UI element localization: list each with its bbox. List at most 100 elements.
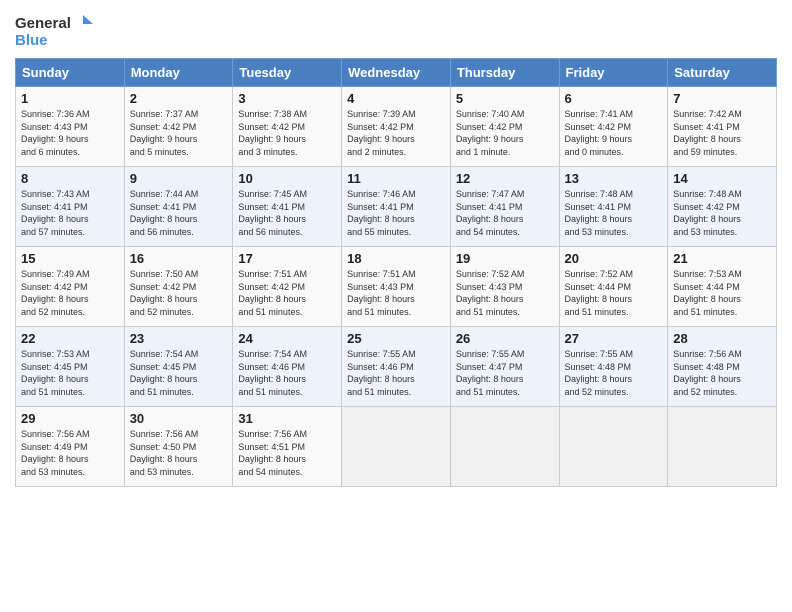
calendar-cell: 2 Sunrise: 7:37 AM Sunset: 4:42 PM Daylig… [124,87,233,167]
day-number: 14 [673,171,771,186]
header-cell-thursday: Thursday [450,59,559,87]
page-container: General Blue SundayMondayTuesdayWednesda… [0,0,792,497]
day-number: 17 [238,251,336,266]
calendar-week-1: 1Sunrise: 7:36 AM Sunset: 4:43 PM Daylig… [16,87,777,167]
day-number: 15 [21,251,119,266]
calendar-week-2: 8Sunrise: 7:43 AM Sunset: 4:41 PM Daylig… [16,167,777,247]
day-number: 3 [238,91,336,106]
svg-text:General: General [15,15,71,32]
day-number: 19 [456,251,554,266]
day-info: Sunrise: 7:55 AM Sunset: 4:46 PM Dayligh… [347,348,445,398]
day-info: Sunrise: 7:56 AM Sunset: 4:51 PM Dayligh… [238,428,336,478]
day-number: 7 [673,91,771,106]
day-info: Sunrise: 7:48 AM Sunset: 4:42 PM Dayligh… [673,188,771,238]
calendar-cell: 24Sunrise: 7:54 AM Sunset: 4:46 PM Dayli… [233,327,342,407]
header-cell-monday: Monday [124,59,233,87]
svg-text:Blue: Blue [15,32,48,49]
day-info: Sunrise: 7:52 AM Sunset: 4:44 PM Dayligh… [565,268,663,318]
calendar-cell: 10Sunrise: 7:45 AM Sunset: 4:41 PM Dayli… [233,167,342,247]
calendar-cell [450,407,559,487]
day-info: Sunrise: 7:53 AM Sunset: 4:45 PM Dayligh… [21,348,119,398]
calendar-cell: 18Sunrise: 7:51 AM Sunset: 4:43 PM Dayli… [342,247,451,327]
day-number: 25 [347,331,445,346]
calendar-cell [668,407,777,487]
header-cell-saturday: Saturday [668,59,777,87]
calendar-cell: 4 Sunrise: 7:39 AM Sunset: 4:42 PM Daylig… [342,87,451,167]
day-info: Sunrise: 7:52 AM Sunset: 4:43 PM Dayligh… [456,268,554,318]
calendar-cell: 13 Sunrise: 7:48 AM Sunset: 4:41 PM Dayli… [559,167,668,247]
day-number: 29 [21,411,119,426]
day-info: Sunrise: 7:55 AM Sunset: 4:47 PM Dayligh… [456,348,554,398]
day-info: Sunrise: 7:56 AM Sunset: 4:49 PM Dayligh… [21,428,119,478]
header-row: SundayMondayTuesdayWednesdayThursdayFrid… [16,59,777,87]
header: General Blue [15,10,777,50]
day-info: Sunrise: 7:36 AM Sunset: 4:43 PM Dayligh… [21,108,119,158]
day-number: 18 [347,251,445,266]
calendar-cell: 5 Sunrise: 7:40 AM Sunset: 4:42 PM Daylig… [450,87,559,167]
day-info: Sunrise: 7:42 AM Sunset: 4:41 PM Dayligh… [673,108,771,158]
calendar-table: SundayMondayTuesdayWednesdayThursdayFrid… [15,58,777,487]
day-info: Sunrise: 7:44 AM Sunset: 4:41 PM Dayligh… [130,188,228,238]
day-number: 4 [347,91,445,106]
day-info: Sunrise: 7:54 AM Sunset: 4:45 PM Dayligh… [130,348,228,398]
day-info: Sunrise: 7:51 AM Sunset: 4:42 PM Dayligh… [238,268,336,318]
day-info: Sunrise: 7:47 AM Sunset: 4:41 PM Dayligh… [456,188,554,238]
day-number: 22 [21,331,119,346]
day-info: Sunrise: 7:55 AM Sunset: 4:48 PM Dayligh… [565,348,663,398]
header-cell-friday: Friday [559,59,668,87]
day-number: 31 [238,411,336,426]
day-number: 11 [347,171,445,186]
day-number: 2 [130,91,228,106]
calendar-cell: 6Sunrise: 7:41 AM Sunset: 4:42 PM Daylig… [559,87,668,167]
calendar-week-4: 22 Sunrise: 7:53 AM Sunset: 4:45 PM Dayli… [16,327,777,407]
calendar-cell: 31 Sunrise: 7:56 AM Sunset: 4:51 PM Dayli… [233,407,342,487]
day-number: 30 [130,411,228,426]
calendar-cell: 14 Sunrise: 7:48 AM Sunset: 4:42 PM Dayli… [668,167,777,247]
day-number: 28 [673,331,771,346]
day-number: 23 [130,331,228,346]
logo-svg: General Blue [15,10,95,50]
day-info: Sunrise: 7:40 AM Sunset: 4:42 PM Dayligh… [456,108,554,158]
calendar-cell: 21 Sunrise: 7:53 AM Sunset: 4:44 PM Dayli… [668,247,777,327]
calendar-cell: 9 Sunrise: 7:44 AM Sunset: 4:41 PM Daylig… [124,167,233,247]
calendar-cell: 3 Sunrise: 7:38 AM Sunset: 4:42 PM Daylig… [233,87,342,167]
day-number: 20 [565,251,663,266]
day-info: Sunrise: 7:37 AM Sunset: 4:42 PM Dayligh… [130,108,228,158]
day-number: 21 [673,251,771,266]
calendar-cell: 23 Sunrise: 7:54 AM Sunset: 4:45 PM Dayli… [124,327,233,407]
calendar-cell: 17 Sunrise: 7:51 AM Sunset: 4:42 PM Dayli… [233,247,342,327]
calendar-week-5: 29 Sunrise: 7:56 AM Sunset: 4:49 PM Dayli… [16,407,777,487]
day-number: 27 [565,331,663,346]
calendar-cell [559,407,668,487]
calendar-cell: 27 Sunrise: 7:55 AM Sunset: 4:48 PM Dayli… [559,327,668,407]
calendar-cell: 12Sunrise: 7:47 AM Sunset: 4:41 PM Dayli… [450,167,559,247]
calendar-cell: 29 Sunrise: 7:56 AM Sunset: 4:49 PM Dayli… [16,407,125,487]
day-info: Sunrise: 7:38 AM Sunset: 4:42 PM Dayligh… [238,108,336,158]
day-number: 5 [456,91,554,106]
day-number: 6 [565,91,663,106]
calendar-cell: 30 Sunrise: 7:56 AM Sunset: 4:50 PM Dayli… [124,407,233,487]
day-info: Sunrise: 7:49 AM Sunset: 4:42 PM Dayligh… [21,268,119,318]
calendar-cell: 8Sunrise: 7:43 AM Sunset: 4:41 PM Daylig… [16,167,125,247]
calendar-cell: 28 Sunrise: 7:56 AM Sunset: 4:48 PM Dayli… [668,327,777,407]
calendar-cell: 19 Sunrise: 7:52 AM Sunset: 4:43 PM Dayli… [450,247,559,327]
day-info: Sunrise: 7:48 AM Sunset: 4:41 PM Dayligh… [565,188,663,238]
calendar-cell: 11Sunrise: 7:46 AM Sunset: 4:41 PM Dayli… [342,167,451,247]
header-cell-wednesday: Wednesday [342,59,451,87]
day-info: Sunrise: 7:39 AM Sunset: 4:42 PM Dayligh… [347,108,445,158]
calendar-cell: 25 Sunrise: 7:55 AM Sunset: 4:46 PM Dayli… [342,327,451,407]
day-info: Sunrise: 7:56 AM Sunset: 4:48 PM Dayligh… [673,348,771,398]
calendar-cell: 15 Sunrise: 7:49 AM Sunset: 4:42 PM Dayli… [16,247,125,327]
day-number: 9 [130,171,228,186]
day-number: 16 [130,251,228,266]
calendar-cell: 20 Sunrise: 7:52 AM Sunset: 4:44 PM Dayli… [559,247,668,327]
calendar-cell: 22 Sunrise: 7:53 AM Sunset: 4:45 PM Dayli… [16,327,125,407]
day-number: 26 [456,331,554,346]
day-number: 10 [238,171,336,186]
day-info: Sunrise: 7:50 AM Sunset: 4:42 PM Dayligh… [130,268,228,318]
day-number: 24 [238,331,336,346]
day-info: Sunrise: 7:56 AM Sunset: 4:50 PM Dayligh… [130,428,228,478]
calendar-cell [342,407,451,487]
day-number: 13 [565,171,663,186]
day-info: Sunrise: 7:53 AM Sunset: 4:44 PM Dayligh… [673,268,771,318]
